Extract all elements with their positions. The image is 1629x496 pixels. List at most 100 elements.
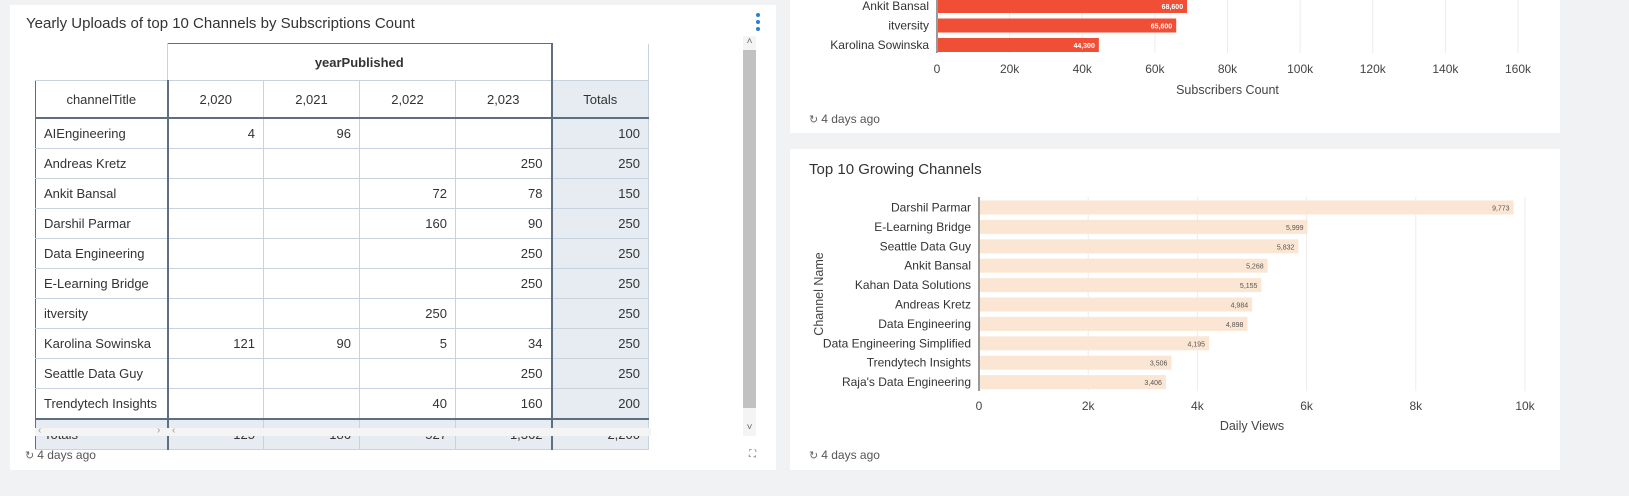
row-label[interactable]: Trendytech Insights bbox=[35, 388, 169, 420]
table-cell bbox=[263, 208, 360, 239]
x-tick-label: 4k bbox=[1191, 399, 1205, 413]
table-cell: 78 bbox=[455, 178, 552, 209]
table-cell bbox=[167, 388, 264, 420]
row-label[interactable]: E-Learning Bridge bbox=[35, 268, 169, 299]
bar bbox=[980, 239, 1299, 254]
vertical-scrollbar[interactable]: ˄ ˅ bbox=[743, 36, 756, 436]
row-label[interactable]: Data Engineering bbox=[35, 238, 169, 269]
horizontal-scrollbar[interactable]: ‹ › ‹ bbox=[35, 425, 651, 436]
scroll-down-icon[interactable]: ˅ bbox=[743, 422, 756, 434]
pivot-table: yearPublished channelTitle 2,020 2,021 2… bbox=[35, 43, 649, 450]
table-cell bbox=[263, 298, 360, 329]
row-label[interactable]: AIEngineering bbox=[35, 117, 169, 149]
table-cell bbox=[167, 358, 264, 389]
category-label: Seattle Data Guy bbox=[880, 239, 971, 253]
row-total: 100 bbox=[550, 117, 649, 149]
table-row: Karolina Sowinska 121 90 5 34 250 bbox=[35, 328, 649, 359]
refresh-icon[interactable]: ↻ bbox=[809, 450, 818, 462]
year-header[interactable]: 2,023 bbox=[455, 80, 552, 119]
row-total: 250 bbox=[550, 268, 649, 299]
table-row: Data Engineering 250 250 bbox=[35, 238, 649, 269]
bar bbox=[980, 355, 1172, 370]
last-updated: 4 days ago bbox=[821, 448, 880, 462]
table-cell bbox=[359, 358, 456, 389]
scroll-up-icon[interactable]: ˄ bbox=[743, 36, 756, 48]
row-label[interactable]: Darshil Parmar bbox=[35, 208, 169, 239]
row-label[interactable]: Andreas Kretz bbox=[35, 148, 169, 179]
table-cell bbox=[167, 238, 264, 269]
x-tick-label: 120k bbox=[1360, 62, 1387, 76]
kebab-menu-icon[interactable] bbox=[756, 13, 762, 34]
row-label[interactable]: itversity bbox=[35, 298, 169, 329]
category-label: Raja's Data Engineering bbox=[842, 375, 971, 389]
table-cell: 34 bbox=[455, 328, 552, 359]
pivot-card-footer: ↻ 4 days ago bbox=[25, 448, 96, 462]
table-cell: 40 bbox=[359, 388, 456, 420]
table-cell bbox=[359, 148, 456, 179]
x-tick-label: 6k bbox=[1300, 399, 1314, 413]
table-cell: 160 bbox=[455, 388, 552, 420]
subscribers-chart: 0 20k 40k 60k 80k 100k 120k 140k 160k Ankit Bansa… bbox=[830, 0, 1532, 97]
table-row: Ankit Bansal 72 78 150 bbox=[35, 178, 649, 209]
row-total: 250 bbox=[550, 148, 649, 179]
expand-icon[interactable]: ⛶ bbox=[749, 449, 756, 460]
row-total: 250 bbox=[550, 358, 649, 389]
table-row: Darshil Parmar 160 90 250 bbox=[35, 208, 649, 239]
row-total: 200 bbox=[550, 388, 649, 420]
x-tick-label: 100k bbox=[1287, 62, 1314, 76]
table-cell: 250 bbox=[359, 298, 456, 329]
row-total: 250 bbox=[550, 328, 649, 359]
category-label: Data Engineering Simplified bbox=[823, 336, 971, 350]
x-tick-label: 20k bbox=[1000, 62, 1020, 76]
year-header[interactable]: 2,021 bbox=[263, 80, 360, 119]
table-cell bbox=[263, 358, 360, 389]
x-tick-label: 60k bbox=[1145, 62, 1165, 76]
x-tick-label: 140k bbox=[1432, 62, 1459, 76]
row-label[interactable]: Seattle Data Guy bbox=[35, 358, 169, 389]
table-cell bbox=[359, 268, 456, 299]
refresh-icon[interactable]: ↻ bbox=[25, 450, 34, 462]
category-label: Darshil Parmar bbox=[891, 201, 971, 215]
category-label: itversity bbox=[888, 19, 929, 33]
table-cell bbox=[167, 148, 264, 179]
row-dimension-header[interactable]: channelTitle bbox=[35, 80, 169, 119]
row-total: 250 bbox=[550, 238, 649, 269]
row-label[interactable]: Ankit Bansal bbox=[35, 178, 169, 209]
data-label: 68,600 bbox=[1162, 4, 1184, 11]
bar bbox=[980, 258, 1268, 273]
category-label: Karolina Sowinska bbox=[830, 38, 929, 52]
table-cell bbox=[359, 117, 456, 149]
bar bbox=[980, 316, 1248, 331]
table-cell: 250 bbox=[455, 268, 552, 299]
refresh-icon[interactable]: ↻ bbox=[809, 114, 818, 126]
table-cell bbox=[263, 238, 360, 269]
bar bbox=[980, 278, 1262, 293]
table-row: AIEngineering 4 96 100 bbox=[35, 117, 649, 149]
table-cell bbox=[167, 208, 264, 239]
table-cell: 160 bbox=[359, 208, 456, 239]
table-cell: 250 bbox=[455, 148, 552, 179]
table-cell: 96 bbox=[263, 117, 360, 149]
table-row: E-Learning Bridge 250 250 bbox=[35, 268, 649, 299]
data-label: 4,984 bbox=[1231, 303, 1249, 310]
column-dimension-header[interactable]: yearPublished bbox=[167, 43, 553, 81]
data-label: 4,195 bbox=[1188, 341, 1206, 348]
row-label[interactable]: Karolina Sowinska bbox=[35, 328, 169, 359]
totals-column-header[interactable]: Totals bbox=[550, 80, 649, 119]
x-axis-label: Subscribers Count bbox=[1176, 83, 1279, 97]
x-tick-label: 10k bbox=[1515, 399, 1535, 413]
year-header[interactable]: 2,022 bbox=[359, 80, 456, 119]
last-updated: 4 days ago bbox=[821, 112, 880, 126]
table-cell: 90 bbox=[263, 328, 360, 359]
scrollbar-thumb[interactable] bbox=[743, 50, 756, 408]
category-label: E-Learning Bridge bbox=[874, 220, 971, 234]
data-label: 65,600 bbox=[1151, 24, 1173, 31]
table-cell: 72 bbox=[359, 178, 456, 209]
pivot-card-title: Yearly Uploads of top 10 Channels by Sub… bbox=[26, 15, 415, 32]
x-tick-label: 0 bbox=[934, 62, 941, 76]
table-cell bbox=[263, 388, 360, 420]
table-cell bbox=[263, 148, 360, 179]
x-axis-label: Daily Views bbox=[1220, 419, 1284, 433]
year-header[interactable]: 2,020 bbox=[167, 80, 264, 119]
pivot-table-viewport[interactable]: yearPublished channelTitle 2,020 2,021 2… bbox=[35, 43, 675, 450]
